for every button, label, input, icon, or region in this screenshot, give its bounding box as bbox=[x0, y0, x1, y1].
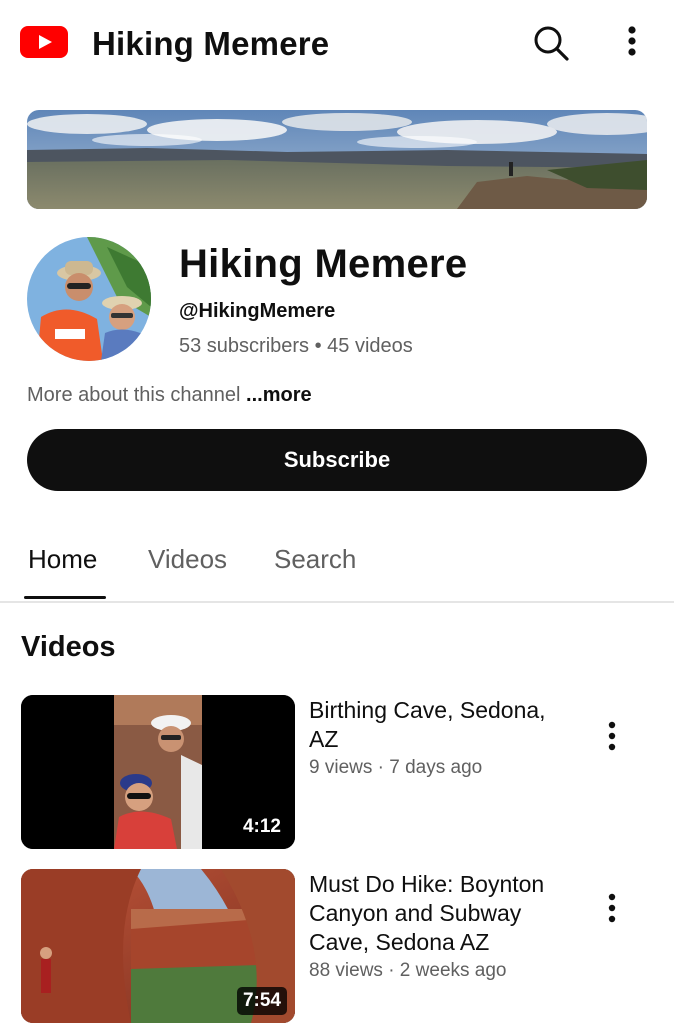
search-icon[interactable] bbox=[530, 22, 572, 64]
channel-tabs: Home Videos Search bbox=[0, 520, 674, 604]
video-duration: 4:12 bbox=[236, 813, 287, 841]
video-title[interactable]: Birthing Cave, Sedona, AZ bbox=[309, 696, 579, 754]
tabs-divider bbox=[0, 601, 674, 603]
video-title[interactable]: Must Do Hike: Boynton Canyon and Subway … bbox=[309, 870, 579, 957]
video-duration: 7:54 bbox=[236, 987, 287, 1015]
more-vert-icon[interactable] bbox=[598, 891, 626, 931]
video-meta: 88 views · 2 weeks ago bbox=[309, 960, 507, 981]
subscribe-button[interactable]: Subscribe bbox=[27, 429, 647, 491]
more-vert-icon[interactable] bbox=[612, 22, 652, 64]
channel-banner bbox=[27, 110, 647, 209]
video-item[interactable]: 7:54 Must Do Hike: Boynton Canyon and Su… bbox=[0, 869, 674, 1024]
channel-handle: @HikingMemere bbox=[179, 300, 336, 322]
section-title: Videos bbox=[21, 631, 116, 663]
channel-name: Hiking Memere bbox=[179, 242, 468, 286]
channel-about-text: More about this channel bbox=[27, 384, 241, 406]
tab-home[interactable]: Home bbox=[28, 542, 97, 576]
video-thumbnail[interactable]: 7:54 bbox=[21, 869, 295, 1023]
tab-search[interactable]: Search bbox=[274, 542, 356, 576]
channel-stats: 53 subscribers • 45 videos bbox=[179, 335, 413, 357]
channel-avatar[interactable] bbox=[27, 237, 151, 361]
more-vert-icon[interactable] bbox=[598, 719, 626, 759]
video-meta: 9 views · 7 days ago bbox=[309, 757, 483, 778]
video-item[interactable]: 4:12 Birthing Cave, Sedona, AZ 9 views ·… bbox=[0, 695, 674, 851]
top-app-bar: Hiking Memere bbox=[0, 0, 674, 86]
about-more-link[interactable]: ...more bbox=[246, 384, 312, 406]
app-bar-title: Hiking Memere bbox=[92, 25, 330, 62]
channel-page: Hiking Memere Hiking Memere @HikingMemer… bbox=[0, 0, 674, 1024]
youtube-logo-icon[interactable] bbox=[20, 26, 68, 58]
channel-about[interactable]: More about this channel ...more bbox=[27, 382, 312, 408]
video-thumbnail[interactable]: 4:12 bbox=[21, 695, 295, 849]
active-tab-indicator bbox=[24, 596, 106, 599]
tab-videos[interactable]: Videos bbox=[148, 542, 227, 576]
